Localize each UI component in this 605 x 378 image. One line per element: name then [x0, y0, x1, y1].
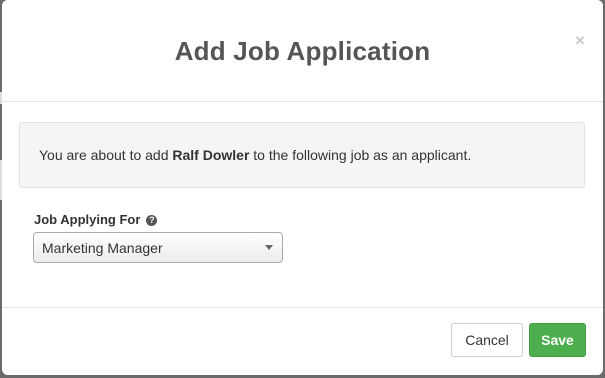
job-applying-for-label: Job Applying For?	[34, 212, 158, 227]
info-message: You are about to add Ralf Dowler to the …	[19, 122, 585, 188]
message-prefix: You are about to add	[39, 147, 173, 163]
help-icon[interactable]: ?	[146, 215, 158, 226]
dialog-body: You are about to add Ralf Dowler to the …	[2, 102, 603, 307]
dialog-header: Add Job Application ×	[2, 0, 603, 102]
job-field-label-text: Job Applying For	[34, 212, 141, 227]
add-job-application-dialog: Add Job Application × You are about to a…	[2, 0, 603, 375]
chevron-down-icon	[265, 245, 273, 250]
close-icon[interactable]: ×	[575, 32, 585, 50]
cancel-button[interactable]: Cancel	[451, 323, 523, 357]
job-select-value: Marketing Manager	[42, 240, 163, 256]
applicant-name: Ralf Dowler	[172, 147, 250, 163]
save-button[interactable]: Save	[529, 323, 586, 357]
message-suffix: to the following job as an applicant.	[249, 147, 472, 163]
job-select[interactable]: Marketing Manager	[33, 232, 283, 263]
dialog-title: Add Job Application	[174, 36, 431, 66]
dialog-footer: Cancel Save	[2, 307, 603, 375]
